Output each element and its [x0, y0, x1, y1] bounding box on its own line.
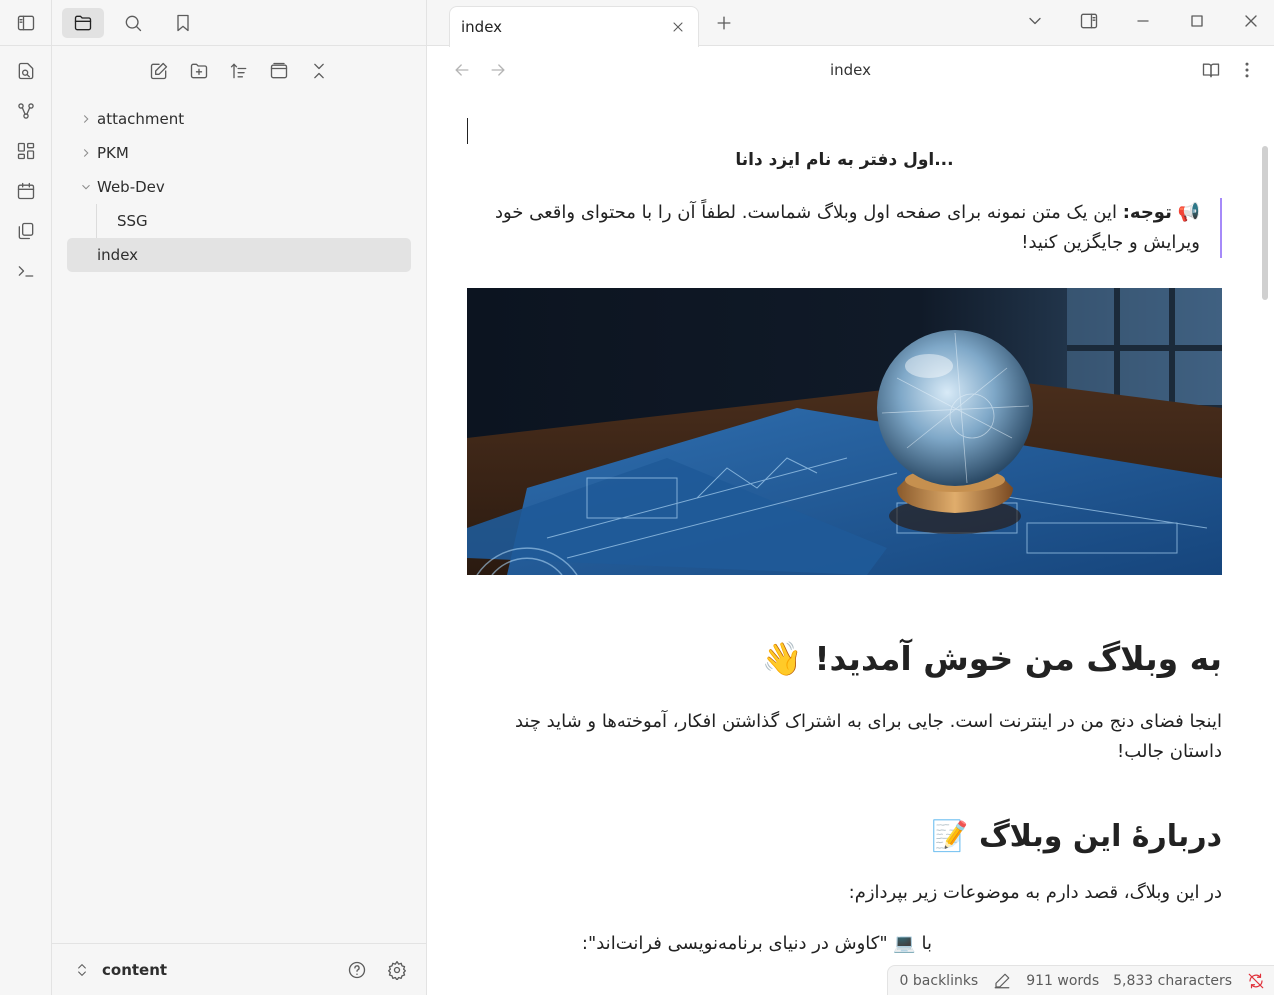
ribbon [0, 0, 52, 995]
templates-icon[interactable] [13, 218, 39, 244]
sidebar-toggle-icon[interactable] [13, 10, 39, 36]
memo-icon: 📝 [931, 819, 969, 854]
sync-error-icon[interactable] [1246, 971, 1266, 991]
graph-icon[interactable] [13, 98, 39, 124]
maximize-icon[interactable] [1184, 8, 1210, 34]
topics-list-item: با 💻 "کاوش در دنیای برنامه‌نویسی فرانت‌ا… [581, 933, 932, 954]
vault-switcher[interactable]: content [52, 943, 426, 995]
search-replace-icon[interactable] [13, 58, 39, 84]
sort-icon[interactable] [226, 58, 252, 84]
note-callout: 📢 توجه: این یک متن نمونه برای صفحه اول و… [467, 198, 1222, 258]
terminal-icon[interactable] [13, 258, 39, 284]
minimize-icon[interactable] [1130, 8, 1156, 34]
new-note-icon[interactable] [146, 58, 172, 84]
chevron-right-icon [75, 112, 97, 126]
right-sidebar-toggle-icon[interactable] [1076, 8, 1102, 34]
edit-pencil-icon[interactable] [992, 971, 1012, 991]
settings-gear-icon[interactable] [384, 957, 410, 983]
callout-text: این یک متن نمونه برای صفحه اول وبلاگ شما… [494, 202, 1200, 253]
tab-search[interactable] [112, 8, 154, 38]
intro-line: ...اول دفتر به نام ایزد دانا [735, 150, 954, 170]
chevron-right-icon [75, 146, 97, 160]
sidebar-tabs [52, 0, 426, 46]
help-icon[interactable] [344, 957, 370, 983]
editor-pane: index index ...اول دفتر به نام ایزد دانا… [427, 0, 1274, 995]
welcome-heading: به وبلاگ من خوش آمدید! 👋 [467, 639, 1222, 679]
back-arrow-icon[interactable] [449, 57, 475, 83]
megaphone-icon: 📢 [1177, 202, 1200, 223]
ribbon-top [0, 0, 51, 46]
window-controls [1022, 8, 1274, 34]
new-tab-plus-icon[interactable] [711, 10, 737, 36]
about-heading-text: دربارهٔ این وبلاگ [978, 819, 1222, 854]
tab-files[interactable] [62, 7, 104, 38]
note-content[interactable]: ...اول دفتر به نام ایزد دانا 📢 توجه: این… [467, 114, 1222, 954]
file-explorer-actions [52, 46, 426, 94]
collapse-all-icon[interactable] [306, 58, 332, 84]
folder-attachment[interactable]: attachment [67, 102, 411, 136]
word-count: 911 words [1026, 972, 1100, 989]
folder-label: attachment [97, 110, 185, 128]
file-label: SSG [117, 212, 148, 230]
welcome-heading-text: به وبلاگ من خوش آمدید! [814, 639, 1222, 678]
bookmark-icon [177, 14, 189, 31]
tab-bookmarks[interactable] [162, 8, 204, 38]
chevron-down-icon[interactable] [1022, 8, 1048, 34]
more-options-icon[interactable] [1234, 57, 1260, 83]
editor-scrollbar[interactable] [1262, 146, 1268, 300]
folder-pkm[interactable]: PKM [67, 136, 411, 170]
forward-arrow-icon[interactable] [485, 57, 511, 83]
view-title[interactable]: index [830, 61, 871, 79]
chevron-updown-icon [74, 962, 90, 978]
about-heading: دربارهٔ این وبلاگ 📝 [467, 819, 1222, 854]
tab-title: index [461, 18, 503, 36]
reading-view-book-icon[interactable] [1198, 57, 1224, 83]
status-bar: 0 backlinks 911 words 5,833 characters [886, 965, 1274, 995]
view-header: index [427, 46, 1274, 94]
new-folder-icon[interactable] [186, 58, 212, 84]
file-ssg[interactable]: SSG [67, 204, 411, 238]
text-cursor [467, 118, 468, 144]
tab-bar: index [427, 0, 1274, 47]
folder-label: Web-Dev [97, 178, 165, 196]
callout-label: توجه: [1122, 202, 1172, 223]
folder-label: PKM [97, 144, 129, 162]
close-icon[interactable] [668, 17, 688, 37]
vault-name: content [102, 960, 168, 979]
file-index[interactable]: index [67, 238, 411, 272]
file-explorer-sidebar: attachment PKM Web-Dev SSG index content [52, 0, 427, 995]
welcome-paragraph: اینجا فضای دنج من در اینترنت است. جایی ب… [514, 711, 1222, 762]
folder-web-dev[interactable]: Web-Dev [67, 170, 411, 204]
calendar-icon[interactable] [13, 178, 39, 204]
folder-icon [74, 15, 92, 30]
canvas-icon[interactable] [13, 138, 39, 164]
collapse-view-icon[interactable] [266, 58, 292, 84]
window-close-icon[interactable] [1238, 8, 1264, 34]
file-tree: attachment PKM Web-Dev SSG index [52, 94, 426, 272]
topics-intro-paragraph: در این وبلاگ، قصد دارم به موضوعات زیر بپ… [848, 882, 1222, 903]
file-label: index [97, 246, 139, 264]
chevron-down-icon [75, 180, 97, 194]
search-icon [125, 15, 142, 31]
backlinks-count[interactable]: 0 backlinks [900, 973, 979, 989]
waving-hand-icon: 👋 [761, 639, 803, 678]
hero-image-crystal-ball [467, 288, 1222, 575]
tab-index[interactable]: index [449, 6, 699, 47]
character-count: 5,833 characters [1113, 972, 1232, 989]
